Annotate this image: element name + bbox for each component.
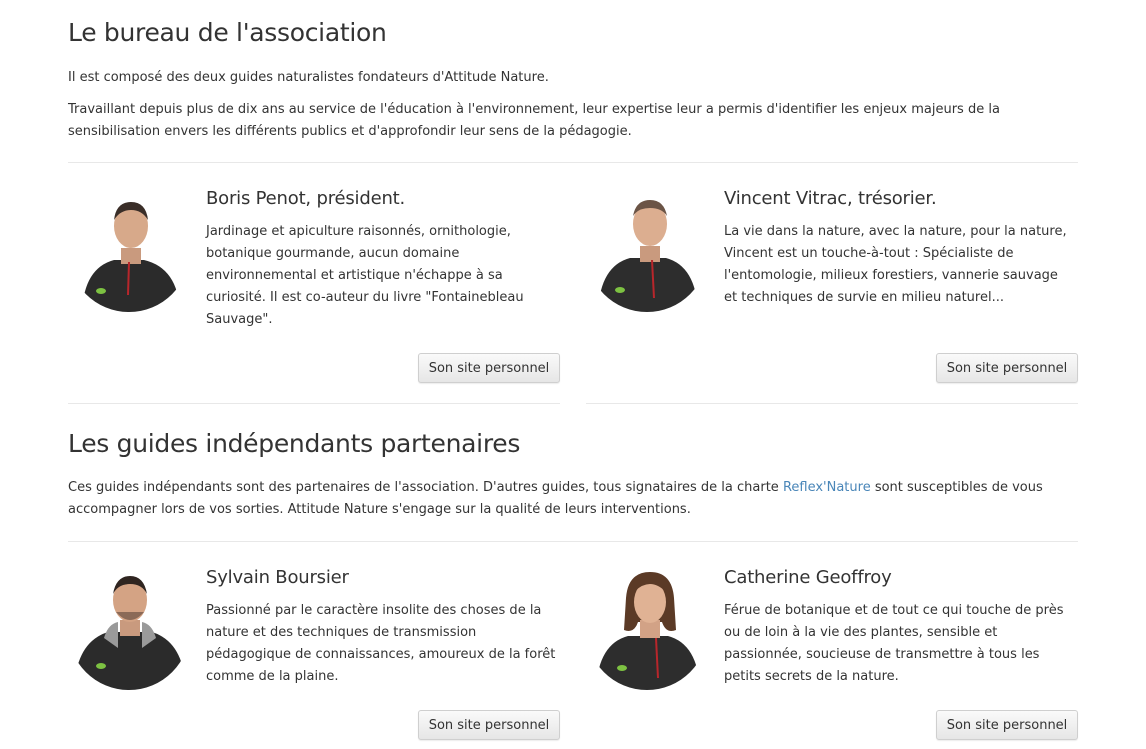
member-bio: La vie dans la nature, avec la nature, p… xyxy=(724,224,1067,305)
divider xyxy=(586,403,1078,404)
section-title-guides: Les guides indépendants partenaires xyxy=(68,429,521,458)
personal-site-button[interactable]: Son site personnel xyxy=(418,710,560,740)
avatar-sylvain-boursier xyxy=(68,568,190,690)
bureau-intro: Il est composé des deux guides naturalis… xyxy=(68,70,549,85)
member-bio: Jardinage et apiculture raisonnés, ornit… xyxy=(206,224,524,327)
member-bio: Férue de botanique et de tout ce qui tou… xyxy=(724,603,1064,684)
bureau-description: Travaillant depuis plus de dix ans au se… xyxy=(68,102,1000,139)
personal-site-button[interactable]: Son site personnel xyxy=(418,353,560,383)
section-title-bureau: Le bureau de l'association xyxy=(68,18,387,47)
portrait-image xyxy=(586,568,708,690)
avatar-vincent-vitrac xyxy=(586,190,708,312)
divider xyxy=(68,541,1078,542)
member-name: Vincent Vitrac, trésorier. xyxy=(724,188,937,209)
personal-site-button[interactable]: Son site personnel xyxy=(936,710,1078,740)
reflex-nature-link[interactable]: Reflex'Nature xyxy=(783,480,871,495)
member-bio: Passionné par le caractère insolite des … xyxy=(206,603,556,684)
portrait-image xyxy=(68,568,190,690)
member-name: Boris Penot, président. xyxy=(206,188,406,209)
portrait-image xyxy=(68,190,190,312)
avatar-catherine-geoffroy xyxy=(586,568,708,690)
portrait-image xyxy=(586,190,708,312)
avatar-boris-penot xyxy=(68,190,190,312)
divider xyxy=(68,162,1078,163)
guides-description: Ces guides indépendants sont des partena… xyxy=(68,477,1078,521)
personal-site-button[interactable]: Son site personnel xyxy=(936,353,1078,383)
member-name: Sylvain Boursier xyxy=(206,567,349,588)
divider xyxy=(68,403,560,404)
member-name: Catherine Geoffroy xyxy=(724,567,892,588)
guides-text-start: Ces guides indépendants sont des partena… xyxy=(68,480,783,495)
